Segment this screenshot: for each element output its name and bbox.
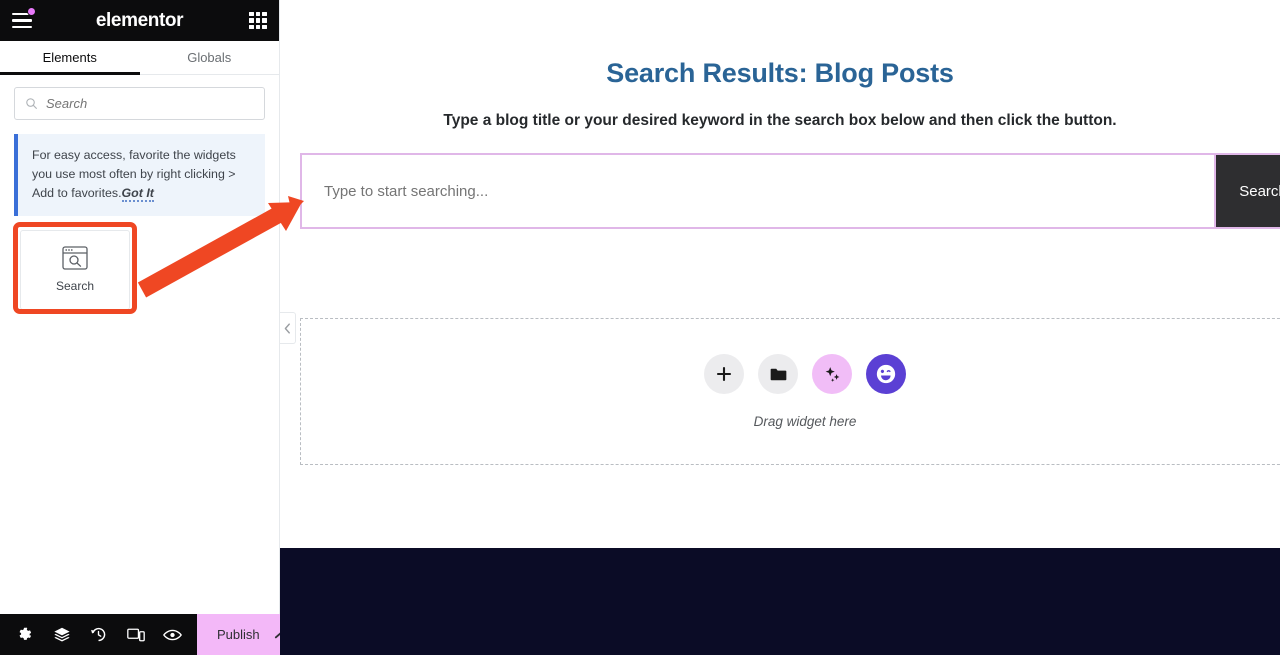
chevron-left-icon [284,322,290,334]
notification-dot [27,6,36,16]
panel-header: elementor [0,0,279,41]
history-icon[interactable] [80,614,117,655]
favorites-notice: For easy access, favorite the widgets yo… [14,134,265,216]
search-icon [26,98,37,109]
settings-gear-icon[interactable] [6,614,43,655]
hamburger-line [12,19,32,22]
browser-search-icon [62,246,88,270]
search-form: Search [300,153,1280,229]
widget-search-container [0,75,279,120]
elementor-left-panel: elementor Elements Globals Search For ea… [0,0,303,655]
search-field-wrapper[interactable] [300,153,1216,229]
assistant-button[interactable] [866,354,906,394]
search-input[interactable] [324,182,1192,200]
add-template-button[interactable] [758,354,798,394]
page-footer-strip [280,548,1280,655]
widget-search-input[interactable] [46,96,254,111]
search-submit-button[interactable]: Search [1216,153,1280,229]
dropzone-label: Drag widget here [753,414,857,429]
wink-face-icon [876,364,896,384]
widget-item-search[interactable]: Search [20,229,130,310]
tab-elements[interactable]: Elements [0,41,140,75]
dropzone-action-buttons [704,354,906,394]
tab-elements-label: Elements [42,50,97,65]
panel-tabs: Elements Globals [0,41,279,75]
panel-tool-icons [0,614,197,655]
tab-globals[interactable]: Globals [139,41,279,74]
ai-button[interactable] [812,354,852,394]
navigator-layers-icon[interactable] [43,614,80,655]
hamburger-menu-button[interactable] [12,6,38,34]
add-element-button[interactable] [704,354,744,394]
folder-icon [770,368,786,380]
hamburger-line [12,25,32,29]
publish-button-label: Publish [217,627,260,642]
widget-search-box[interactable] [14,87,265,120]
apps-grid-icon[interactable] [249,11,267,30]
preview-eye-icon[interactable] [154,614,191,655]
widget-list: Search [0,216,279,314]
elementor-logo-text: elementor [95,9,184,31]
widget-item-search-label: Search [55,279,95,294]
page-subtitle: Type a blog title or your desired keywor… [443,112,1117,129]
tab-globals-label: Globals [187,50,232,65]
search-submit-label: Search [1239,182,1280,200]
panel-collapse-button[interactable] [280,312,296,344]
elementor-editor: elementor Elements Globals Search For ea… [0,0,1280,655]
responsive-mode-icon[interactable] [117,614,154,655]
drag-widget-dropzone[interactable]: Drag widget here [300,318,1280,465]
got-it-link[interactable]: Got It [121,186,154,203]
plus-icon [716,366,732,382]
page-canvas: Search Results: Blog Posts Type a blog t… [280,0,1280,655]
sparkle-icon [825,366,839,382]
page-title: Search Results: Blog Posts [606,58,954,88]
panel-bottom-toolbar: Publish [0,614,303,655]
